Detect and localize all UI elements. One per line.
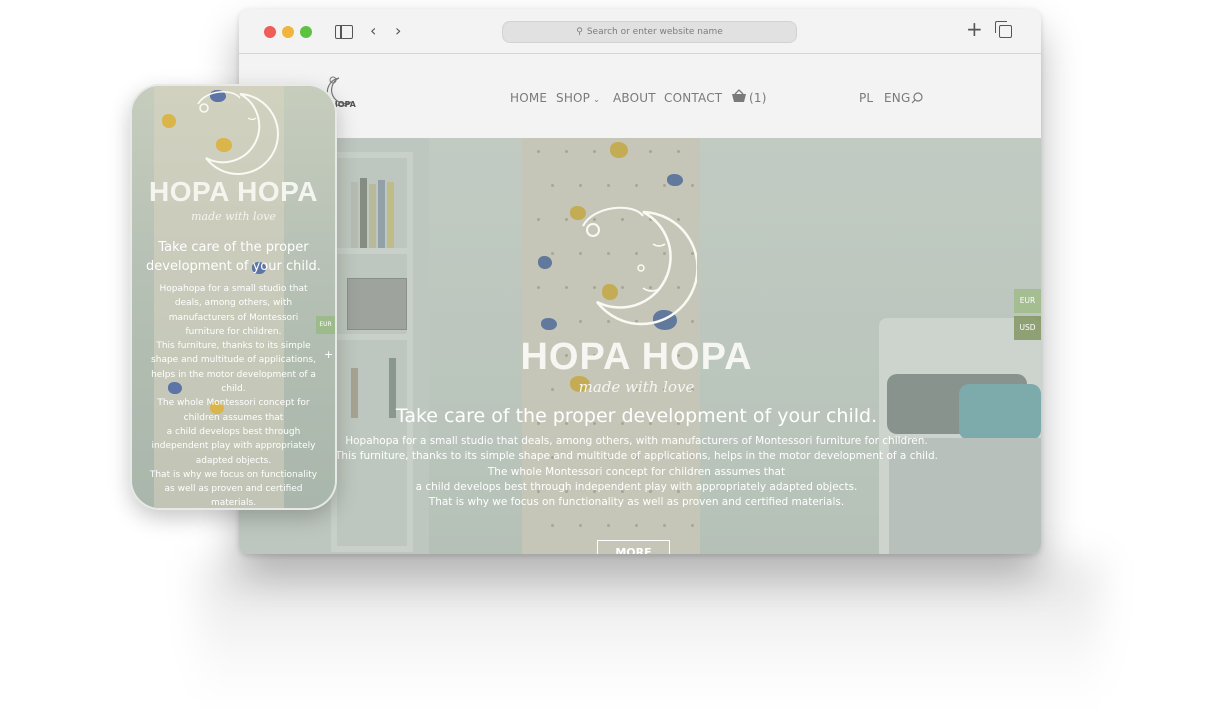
phone-currency-eur[interactable]: EUR <box>316 316 335 334</box>
lang-pl[interactable]: PL <box>859 91 873 105</box>
phone-text-line: deals, among others, with <box>174 298 293 309</box>
chevron-down-icon: ⌄ <box>593 95 601 104</box>
close-window-button[interactable] <box>264 26 276 38</box>
site-header: HOPA HOME SHOP ⌄ ABOUT CONTACT (1) PL ENG <box>239 54 1041 138</box>
phone-text-line: shape and multitude of applications, <box>151 355 316 366</box>
hero-text-line: That is why we focus on functionality as… <box>428 496 845 509</box>
phone-description: Hopahopa for a small studio that deals, … <box>132 282 335 509</box>
brand-tagline: made with love <box>578 378 695 396</box>
hero-heading: Take care of the proper development of y… <box>395 405 878 427</box>
browser-window: ‹ › ⚲ Search or enter website name + HOPA… <box>239 9 1041 554</box>
moon-logo-icon <box>582 206 697 326</box>
phone-text-line: materials. <box>210 498 257 509</box>
phone-text-line: as well as proven and certified <box>164 484 303 495</box>
website: HOPA HOME SHOP ⌄ ABOUT CONTACT (1) PL ENG <box>239 54 1041 554</box>
phone-text-line: children assumes that <box>183 412 284 423</box>
nav-shop-label: SHOP <box>556 91 591 105</box>
phone-brand-title: HOPA HOPA <box>149 176 318 207</box>
lang-eng[interactable]: ENG <box>884 91 910 105</box>
cart-count[interactable]: (1) <box>749 91 767 105</box>
hero-section: HOPA HOPA made with love Take care of th… <box>239 138 1041 554</box>
climbing-hold <box>162 114 176 128</box>
tabs-icon[interactable] <box>995 21 1012 38</box>
address-bar[interactable]: ⚲ Search or enter website name <box>502 21 797 43</box>
zoom-window-button[interactable] <box>300 26 312 38</box>
back-icon[interactable]: ‹ <box>370 22 376 40</box>
basket-icon[interactable] <box>731 89 747 103</box>
phone-text-line: The whole Montessori concept for <box>157 398 310 409</box>
phone-text-line: child. <box>221 384 246 395</box>
mockup-shadow <box>200 560 1100 708</box>
phone-heading-line: development of your child. <box>146 259 321 274</box>
phone-text-line: adapted objects. <box>195 455 272 466</box>
nav-shop[interactable]: SHOP ⌄ <box>556 91 600 105</box>
nav-contact[interactable]: CONTACT <box>664 91 722 105</box>
phone-text-line: furniture for children. <box>185 326 282 337</box>
minimize-window-button[interactable] <box>282 26 294 38</box>
hero-text-line: a child develops best through independen… <box>415 480 858 493</box>
hero-text-line: The whole Montessori concept for childre… <box>487 465 786 478</box>
hero-description: Hopahopa for a small studio that deals, … <box>239 434 1034 510</box>
phone-text-line: a child develops best through <box>166 426 301 437</box>
nav-home[interactable]: HOME <box>510 91 547 105</box>
phone-text-line: helps in the motor development of a <box>151 369 316 380</box>
browser-toolbar: ‹ › ⚲ Search or enter website name + <box>239 9 1041 54</box>
more-button[interactable]: MORE <box>597 540 670 554</box>
currency-usd[interactable]: USD <box>1014 316 1041 340</box>
phone-brand-tagline: made with love <box>191 210 276 223</box>
plus-icon[interactable]: + <box>966 19 983 39</box>
phone-text-line: manufacturers of Montessori <box>168 312 299 323</box>
hero-text-line: Hopahopa for a small studio that deals, … <box>345 435 928 447</box>
brand-title: HOPA HOPA <box>520 336 753 378</box>
search-icon: ⚲ <box>576 27 583 37</box>
currency-eur[interactable]: EUR <box>1014 289 1041 313</box>
hero-text-line: This furniture, thanks to its simple sha… <box>335 450 938 463</box>
phone-text-line: That is why we focus on functionality <box>149 469 318 480</box>
phone-text-line: Hopahopa for a small studio that <box>159 284 308 294</box>
phone-mockup: HOPA HOPA made with love Take care of th… <box>130 84 337 510</box>
phone-heading-line: Take care of the proper <box>158 240 309 255</box>
forward-icon[interactable]: › <box>395 22 401 40</box>
phone-text-line: independent play with appropriately <box>151 441 316 452</box>
phone-heading: Take care of the proper development of y… <box>132 238 335 276</box>
phone-plus-icon[interactable]: + <box>324 348 333 361</box>
address-placeholder: Search or enter website name <box>586 27 723 37</box>
sidebar-icon[interactable] <box>335 25 353 39</box>
moon-logo-icon <box>197 91 279 175</box>
nav-about[interactable]: ABOUT <box>613 91 656 105</box>
search-icon[interactable] <box>911 92 923 104</box>
phone-text-line: This furniture, thanks to its simple <box>156 341 311 352</box>
